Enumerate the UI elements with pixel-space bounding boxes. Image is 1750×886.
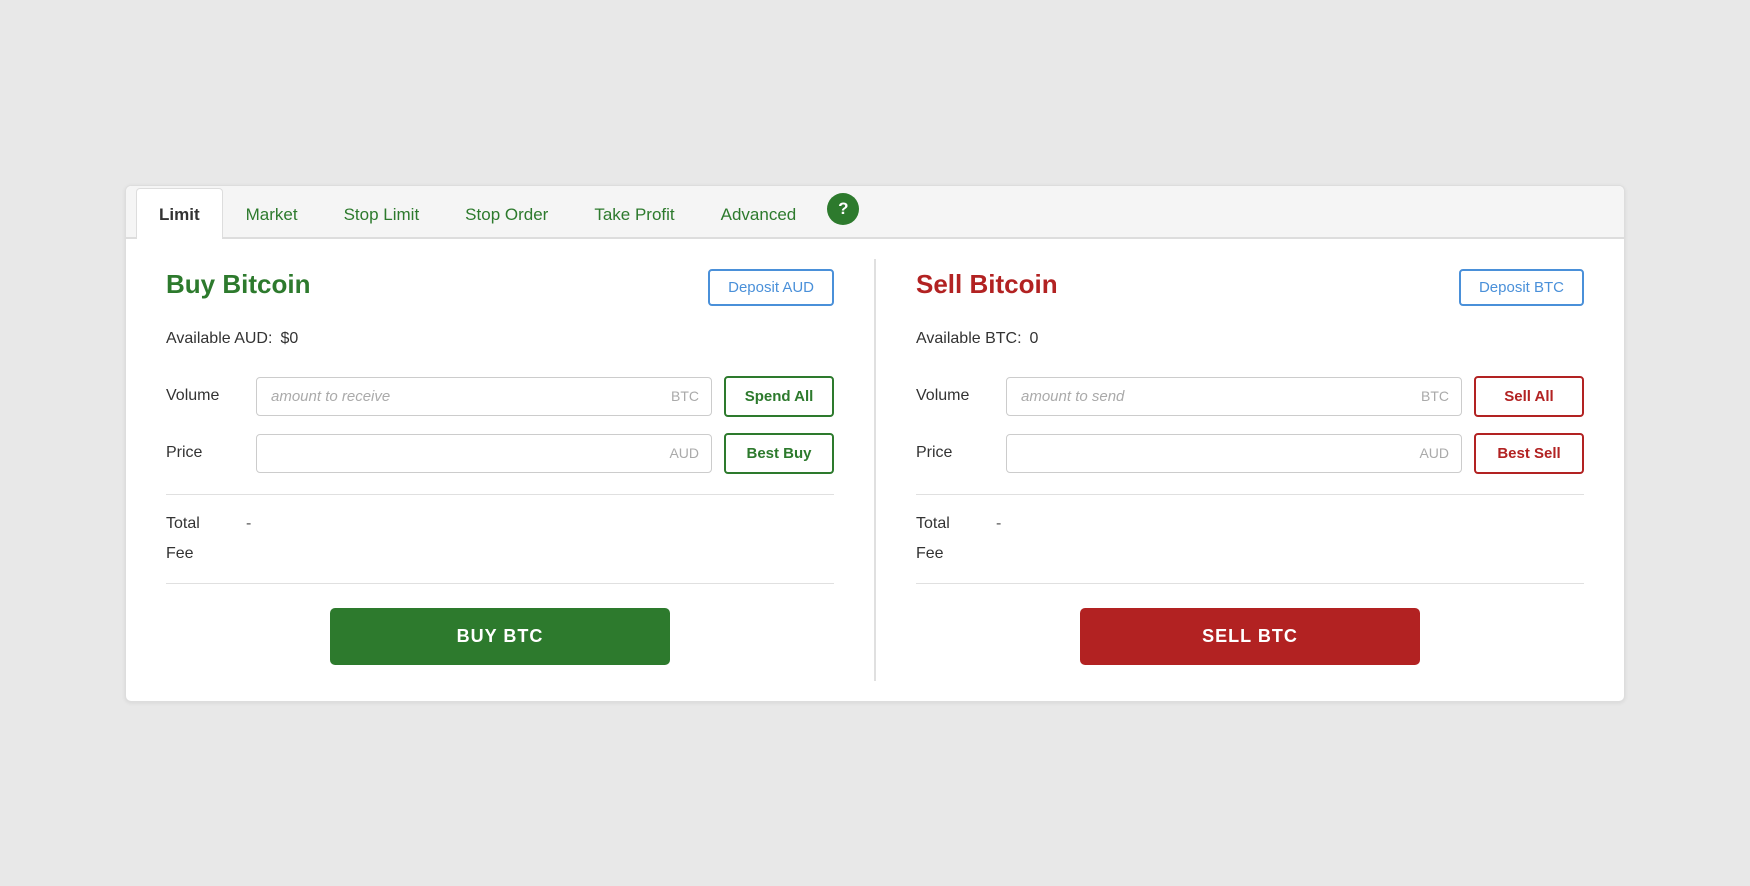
tab-limit[interactable]: Limit [136, 188, 223, 239]
buy-available-value: $0 [280, 330, 298, 348]
buy-volume-input[interactable] [257, 378, 659, 415]
sell-panel-header: Sell Bitcoin Deposit BTC [916, 269, 1584, 306]
sell-volume-row: Volume BTC Sell All [916, 376, 1584, 417]
buy-total-value: - [246, 515, 251, 533]
tab-stop-limit[interactable]: Stop Limit [321, 188, 443, 239]
deposit-aud-button[interactable]: Deposit AUD [708, 269, 834, 306]
tab-stop-order[interactable]: Stop Order [442, 188, 571, 239]
sell-panel-title: Sell Bitcoin [916, 269, 1058, 300]
sell-price-row: Price AUD Best Sell [916, 433, 1584, 474]
sell-volume-input-wrapper: BTC [1006, 377, 1462, 416]
trading-panel: Limit Market Stop Limit Stop Order Take … [125, 185, 1625, 702]
sell-volume-input[interactable] [1007, 378, 1409, 415]
tab-bar: Limit Market Stop Limit Stop Order Take … [126, 186, 1624, 239]
help-icon[interactable]: ? [827, 193, 859, 225]
tab-take-profit[interactable]: Take Profit [571, 188, 697, 239]
sell-btc-button[interactable]: SELL BTC [1080, 608, 1420, 665]
best-sell-button[interactable]: Best Sell [1474, 433, 1584, 474]
buy-divider-1 [166, 494, 834, 495]
buy-panel-header: Buy Bitcoin Deposit AUD [166, 269, 834, 306]
buy-total-row: Total - [166, 515, 834, 533]
sell-panel: Sell Bitcoin Deposit BTC Available BTC: … [876, 239, 1624, 701]
buy-price-unit: AUD [657, 435, 711, 471]
best-buy-button[interactable]: Best Buy [724, 433, 834, 474]
sell-price-input-wrapper: AUD [1006, 434, 1462, 473]
buy-divider-2 [166, 583, 834, 584]
buy-total-label: Total [166, 515, 246, 533]
buy-panel-title: Buy Bitcoin [166, 269, 310, 300]
buy-fee-row: Fee [166, 545, 834, 563]
buy-panel: Buy Bitcoin Deposit AUD Available AUD: $… [126, 239, 874, 701]
sell-fee-label: Fee [916, 545, 996, 563]
buy-available-row: Available AUD: $0 [166, 330, 834, 348]
buy-volume-label: Volume [166, 387, 256, 405]
sell-total-label: Total [916, 515, 996, 533]
sell-fee-row: Fee [916, 545, 1584, 563]
sell-price-unit: AUD [1407, 435, 1461, 471]
sell-all-button[interactable]: Sell All [1474, 376, 1584, 417]
buy-volume-input-wrapper: BTC [256, 377, 712, 416]
sell-divider-1 [916, 494, 1584, 495]
buy-price-input-wrapper: AUD [256, 434, 712, 473]
buy-price-label: Price [166, 444, 256, 462]
content-area: Buy Bitcoin Deposit AUD Available AUD: $… [126, 239, 1624, 701]
sell-total-value: - [996, 515, 1001, 533]
buy-available-label: Available AUD: [166, 330, 272, 348]
tab-market[interactable]: Market [223, 188, 321, 239]
sell-price-input[interactable] [1007, 435, 1407, 472]
sell-total-row: Total - [916, 515, 1584, 533]
sell-submit-row: SELL BTC [916, 608, 1584, 665]
sell-available-label: Available BTC: [916, 330, 1022, 348]
buy-price-row: Price AUD Best Buy [166, 433, 834, 474]
buy-volume-row: Volume BTC Spend All [166, 376, 834, 417]
buy-submit-row: BUY BTC [166, 608, 834, 665]
sell-volume-label: Volume [916, 387, 1006, 405]
sell-available-row: Available BTC: 0 [916, 330, 1584, 348]
tab-advanced[interactable]: Advanced [698, 188, 820, 239]
buy-fee-label: Fee [166, 545, 246, 563]
sell-volume-unit: BTC [1409, 378, 1461, 414]
sell-available-value: 0 [1030, 330, 1039, 348]
sell-divider-2 [916, 583, 1584, 584]
sell-price-label: Price [916, 444, 1006, 462]
spend-all-button[interactable]: Spend All [724, 376, 834, 417]
buy-price-input[interactable] [257, 435, 657, 472]
deposit-btc-button[interactable]: Deposit BTC [1459, 269, 1584, 306]
buy-btc-button[interactable]: BUY BTC [330, 608, 670, 665]
buy-volume-unit: BTC [659, 378, 711, 414]
